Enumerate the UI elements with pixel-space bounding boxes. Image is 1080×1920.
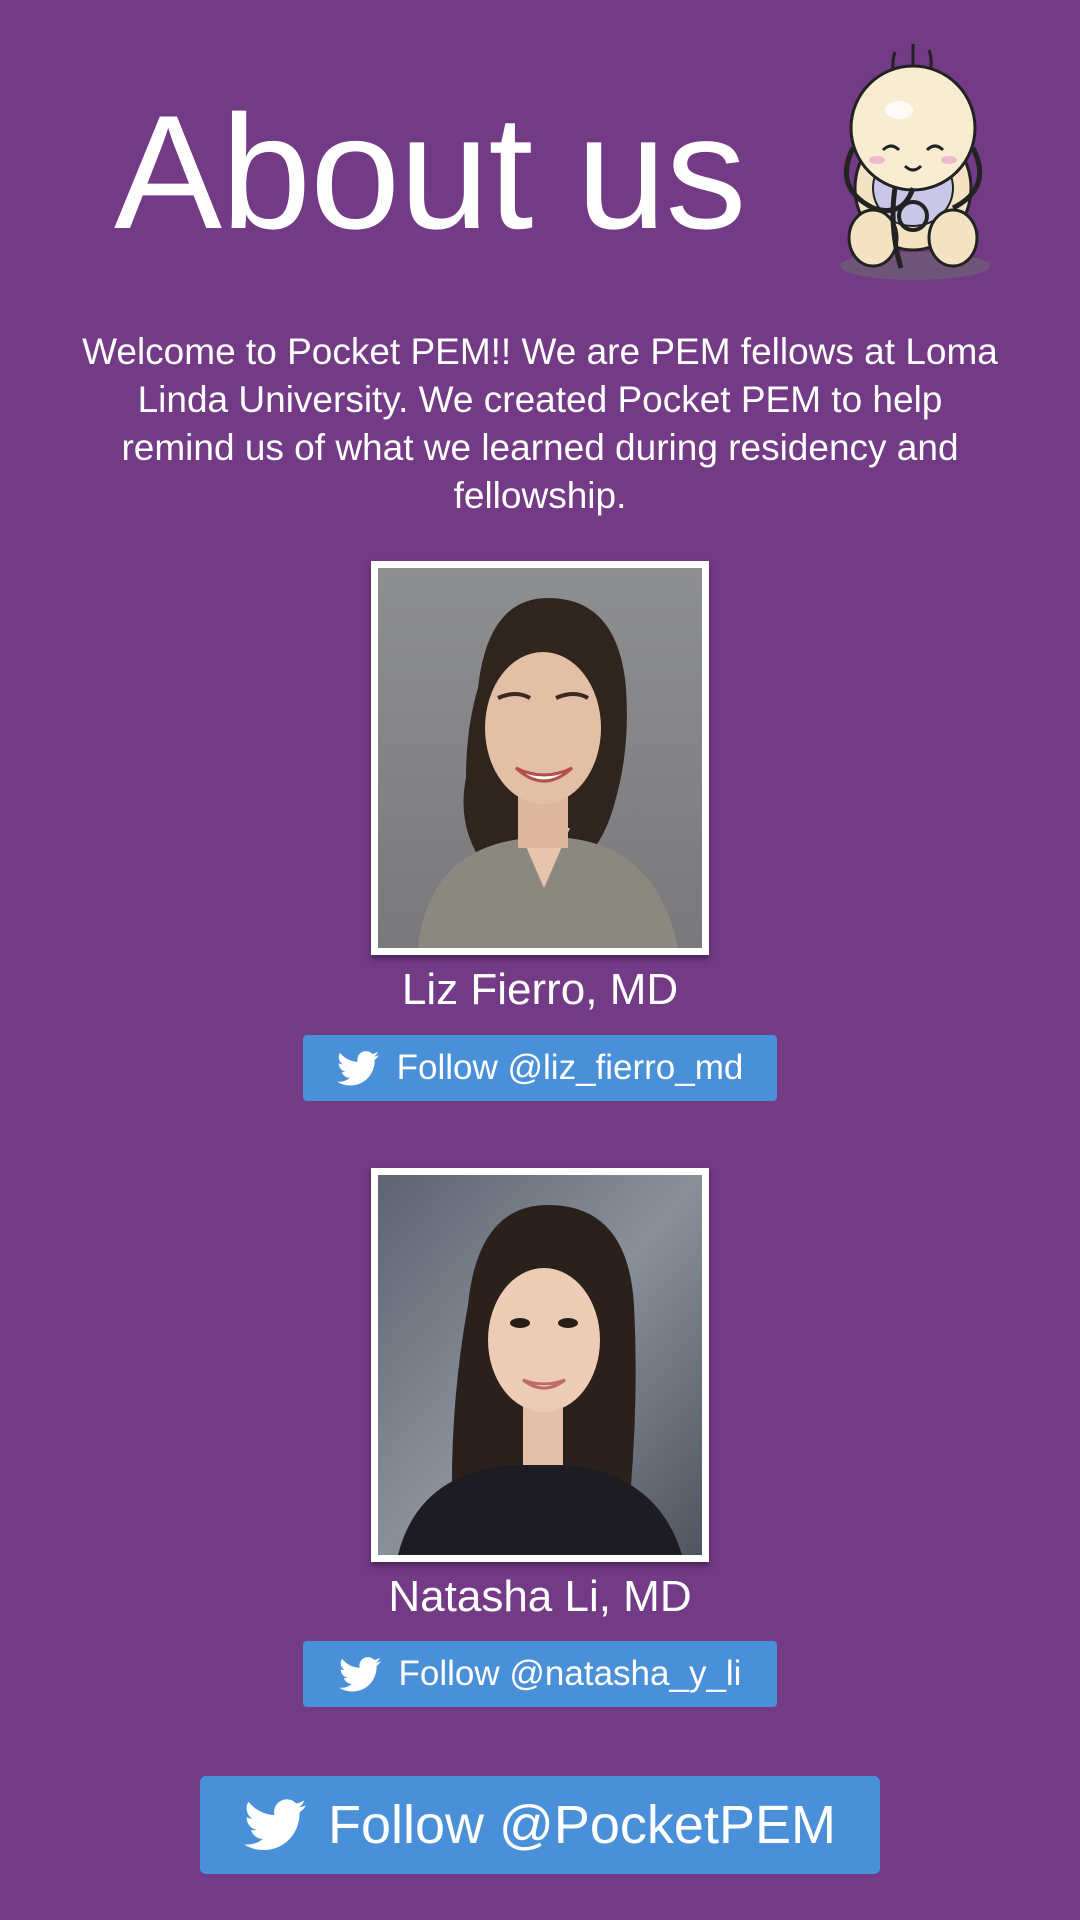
follow-liz-button[interactable]: Follow @liz_fierro_md	[303, 1035, 777, 1101]
page-title: About us	[114, 82, 746, 263]
portrait-photo-natasha-li	[371, 1168, 709, 1562]
intro-text: Welcome to Pocket PEM!! We are PEM fello…	[82, 331, 998, 516]
portrait-photo-liz-fierro	[371, 561, 709, 955]
follow-natasha-button[interactable]: Follow @natasha_y_li	[303, 1641, 777, 1707]
follow-label: Follow @natasha_y_li	[398, 1654, 742, 1693]
twitter-bird-icon	[336, 1050, 379, 1086]
twitter-bird-icon	[338, 1656, 381, 1692]
follow-label: Follow @PocketPEM	[328, 1795, 836, 1855]
person-name: Liz Fierro, MD	[401, 965, 679, 1014]
twitter-bird-icon	[244, 1799, 307, 1851]
follow-label: Follow @liz_fierro_md	[396, 1048, 744, 1087]
person-name: Natasha Li, MD	[388, 1572, 692, 1621]
baby-with-stethoscope-icon	[825, 38, 1000, 288]
follow-pocketpem-button[interactable]: Follow @PocketPEM	[200, 1776, 880, 1874]
